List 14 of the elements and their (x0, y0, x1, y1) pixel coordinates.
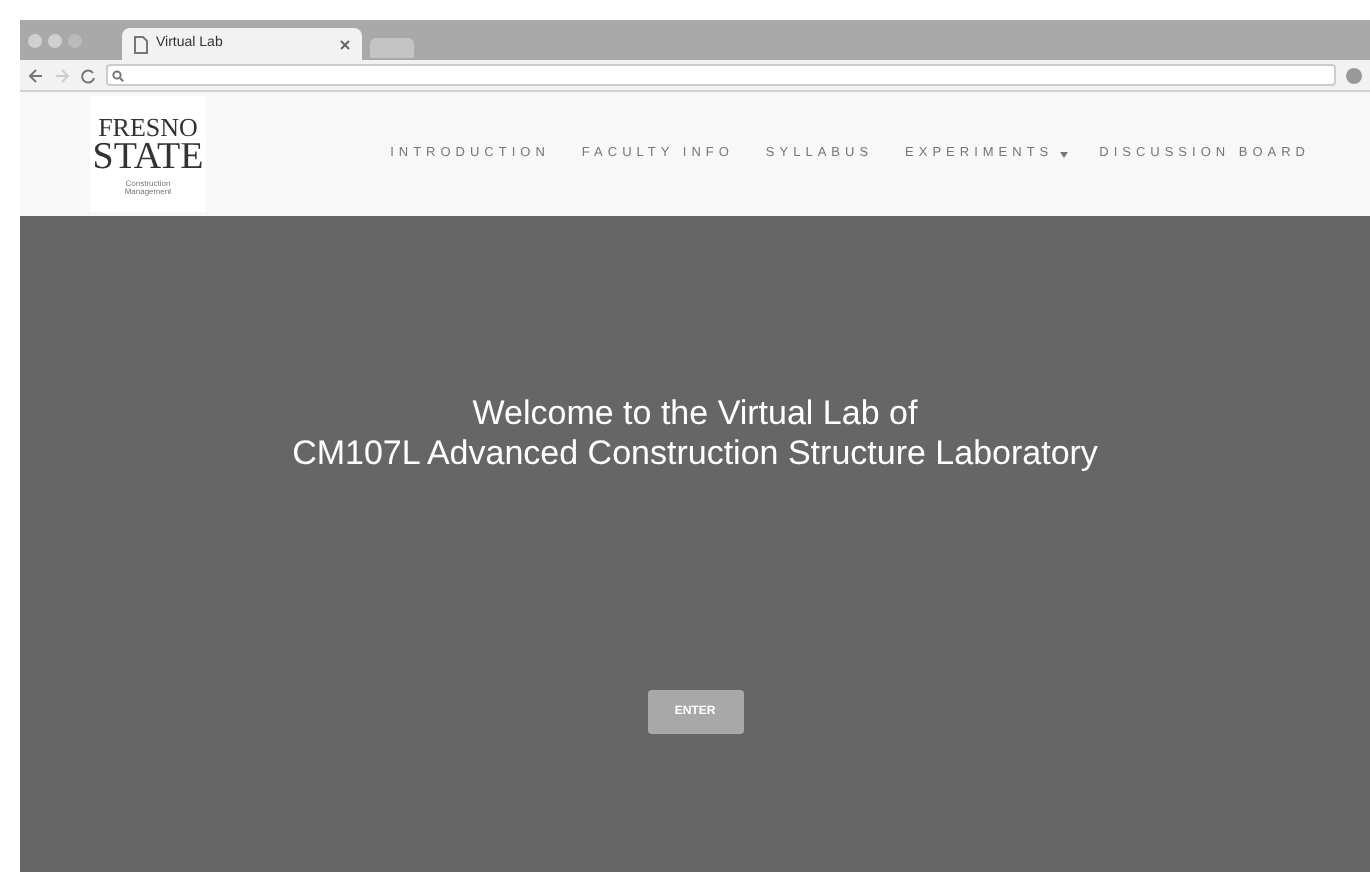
close-icon[interactable] (340, 39, 350, 49)
logo-text: STATE (92, 137, 204, 175)
search-icon (112, 69, 124, 81)
caret-icon (1059, 151, 1068, 157)
page-icon (134, 35, 148, 53)
hero-title: Welcome to the Virtual Lab of (472, 394, 918, 434)
hero-title: CM107L Advanced Construction Structure Laboratory (292, 434, 1098, 474)
back-icon[interactable] (28, 67, 44, 83)
address-bar[interactable] (106, 64, 1336, 86)
forward-icon[interactable] (54, 67, 70, 83)
extension-icon[interactable] (1346, 67, 1362, 83)
reload-icon[interactable] (80, 67, 96, 83)
logo-text: FRESNO (98, 113, 198, 139)
new-tab-button[interactable] (370, 38, 414, 58)
